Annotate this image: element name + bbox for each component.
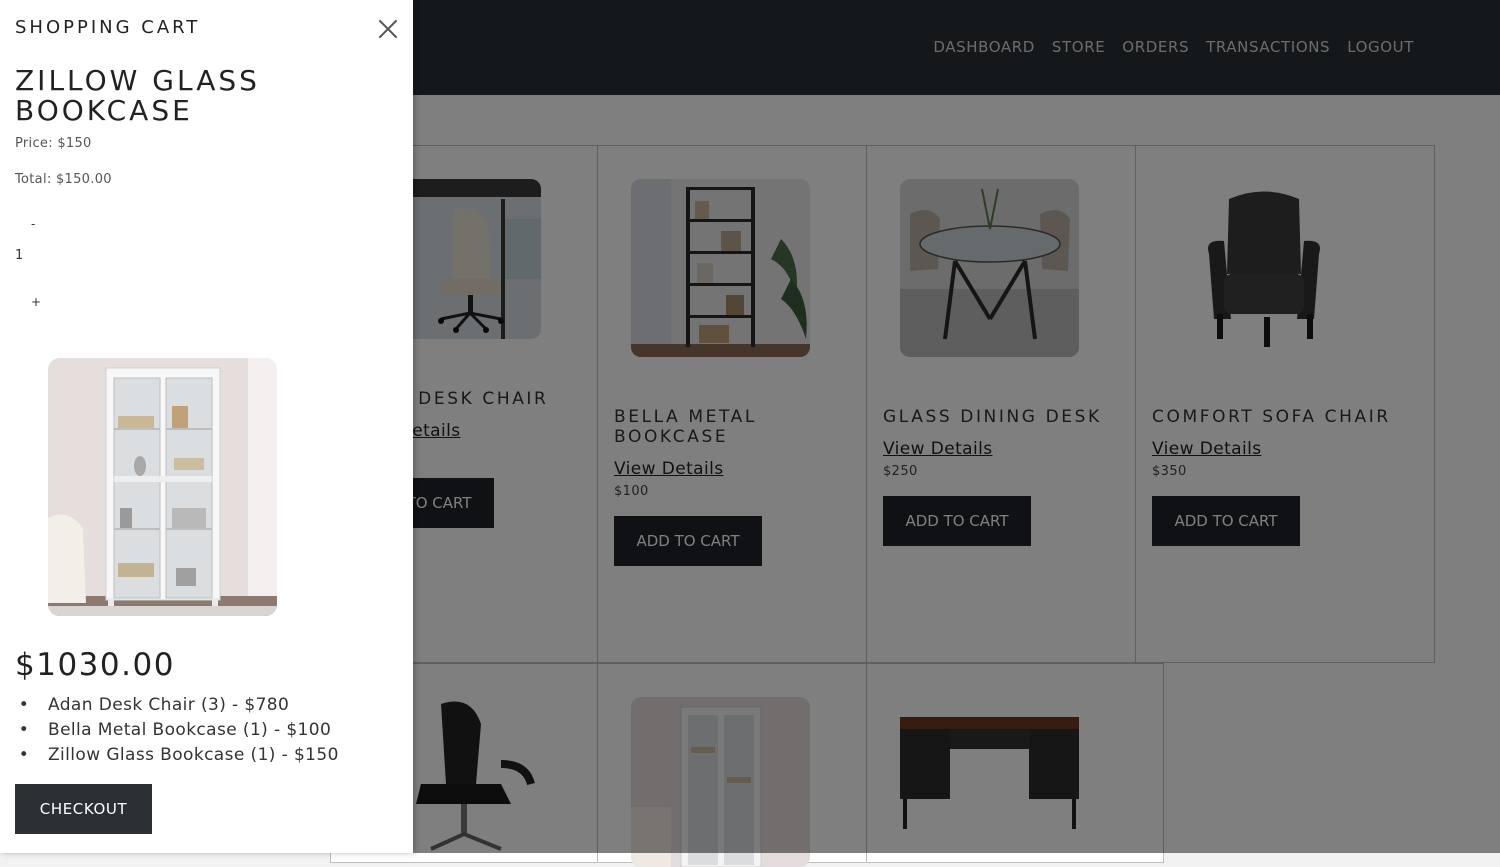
cart-item: Bella Metal Bookcase (1) - $100 bbox=[15, 718, 339, 743]
cart-product-image bbox=[48, 358, 277, 616]
cart-item: Adan Desk Chair (3) - $780 bbox=[15, 693, 339, 718]
cart-items-list: Adan Desk Chair (3) - $780 Bella Metal B… bbox=[15, 693, 339, 768]
cart-product-title: ZILLOW GLASS BOOKCASE bbox=[15, 64, 260, 127]
glass-bookcase-image bbox=[48, 358, 277, 616]
increment-quantity-button[interactable]: + bbox=[31, 295, 41, 309]
quantity-value: 1 bbox=[15, 248, 24, 263]
checkout-button[interactable]: CHECKOUT bbox=[15, 784, 152, 834]
close-icon[interactable] bbox=[376, 17, 400, 41]
shopping-cart-drawer: SHOPPING CART ZILLOW GLASS BOOKCASE Pric… bbox=[0, 0, 413, 853]
cart-product-price: Price: $150 bbox=[15, 136, 92, 151]
cart-grand-total: $1030.00 bbox=[15, 647, 175, 683]
decrement-quantity-button[interactable]: - bbox=[31, 217, 35, 231]
cart-item: Zillow Glass Bookcase (1) - $150 bbox=[15, 743, 339, 768]
cart-product-total: Total: $150.00 bbox=[15, 172, 112, 187]
drawer-title: SHOPPING CART bbox=[15, 17, 201, 38]
